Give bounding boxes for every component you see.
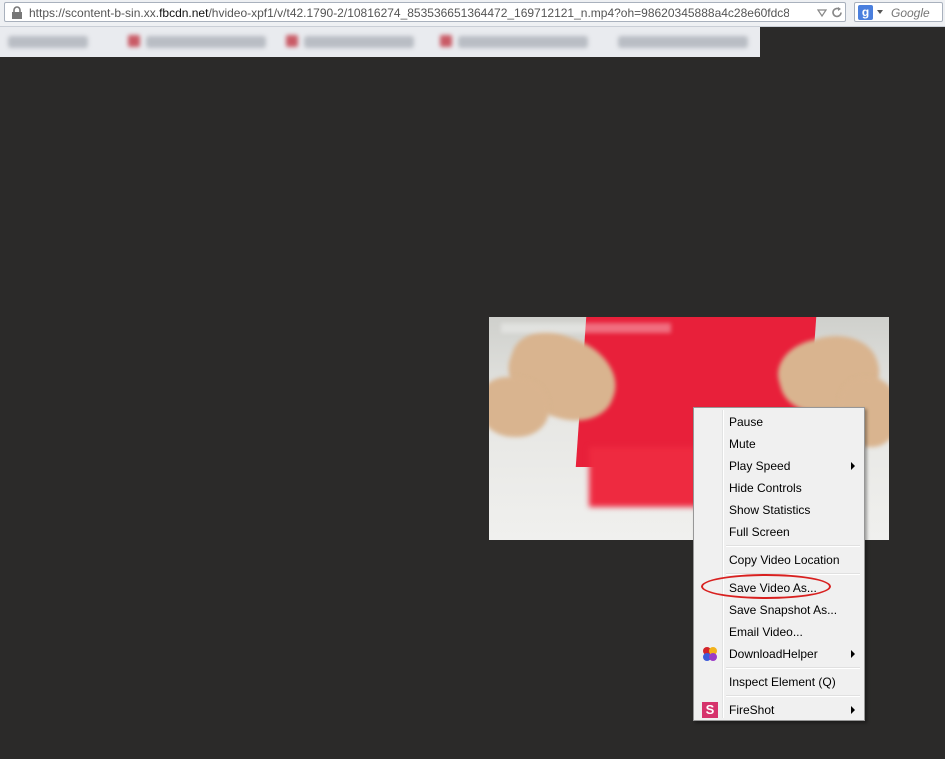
menu-item-label: Play Speed [729,459,791,473]
menu-item-label: FireShot [729,703,775,717]
menu-item-label: Show Statistics [729,503,811,517]
search-engine-dropdown-icon[interactable] [877,10,883,14]
menu-item-label: Inspect Element (Q) [729,675,836,689]
url-dropdown-icon[interactable] [817,8,827,18]
menu-separator [726,667,860,669]
bookmarks-bar [0,27,760,57]
bookmark-blurred[interactable] [458,36,588,48]
menu-item-pause[interactable]: Pause [696,411,862,433]
bookmark-blurred[interactable] [146,36,266,48]
menu-item-label: Pause [729,415,764,429]
menu-item-show-statistics[interactable]: Show Statistics [696,499,862,521]
bookmark-blurred[interactable] [304,36,414,48]
menu-item-mute[interactable]: Mute [696,433,862,455]
bookmark-favicon [128,35,140,47]
menu-item-label: Mute [729,437,756,451]
url-text[interactable]: https://scontent-b-sin.xx.fbcdn.net/hvid… [29,5,789,21]
browser-toolbar: https://scontent-b-sin.xx.fbcdn.net/hvid… [0,0,945,27]
video-context-menu: Pause Mute Play Speed Hide Controls Show… [693,407,865,721]
lock-icon [12,6,22,19]
video-watermark [501,323,671,333]
menu-separator [726,545,860,547]
left-arm [489,377,549,437]
menu-item-label: Email Video... [729,625,803,639]
search-placeholder: Google [891,6,930,20]
menu-item-label: Save Snapshot As... [729,603,838,617]
highlight-ellipse-annotation [701,574,831,599]
url-domain: fbcdn.net [159,6,209,20]
bookmark-blurred[interactable] [618,36,748,48]
menu-item-label: DownloadHelper [729,647,818,661]
url-path: /hvideo-xpf1/v/t42.1790-2/10816274_85353… [208,6,789,20]
downloadhelper-icon [703,647,717,661]
menu-item-label: Full Screen [729,525,790,539]
address-bar[interactable]: https://scontent-b-sin.xx.fbcdn.net/hvid… [4,2,846,22]
submenu-arrow-icon [851,462,855,470]
menu-item-label: Copy Video Location [729,553,840,567]
fireshot-icon: S [702,702,718,718]
menu-item-hide-controls[interactable]: Hide Controls [696,477,862,499]
menu-item-full-screen[interactable]: Full Screen [696,521,862,543]
menu-separator [726,695,860,697]
menu-item-downloadhelper[interactable]: DownloadHelper [696,643,862,665]
submenu-arrow-icon [851,706,855,714]
menu-item-email-video[interactable]: Email Video... [696,621,862,643]
submenu-arrow-icon [851,650,855,658]
url-prefix: https://scontent-b-sin.xx. [29,6,160,20]
reload-icon[interactable] [831,6,843,19]
menu-item-inspect-element[interactable]: Inspect Element (Q) [696,671,862,693]
menu-item-label: Hide Controls [729,481,802,495]
menu-item-fireshot[interactable]: S FireShot [696,699,862,721]
google-search-engine-icon[interactable]: g [858,5,873,20]
menu-item-play-speed[interactable]: Play Speed [696,455,862,477]
bookmark-favicon [440,35,452,47]
menu-item-copy-video-location[interactable]: Copy Video Location [696,549,862,571]
menu-item-save-snapshot-as[interactable]: Save Snapshot As... [696,599,862,621]
bookmark-blurred[interactable] [8,36,88,48]
bookmark-favicon [286,35,298,47]
search-box[interactable]: g Google [854,2,943,22]
